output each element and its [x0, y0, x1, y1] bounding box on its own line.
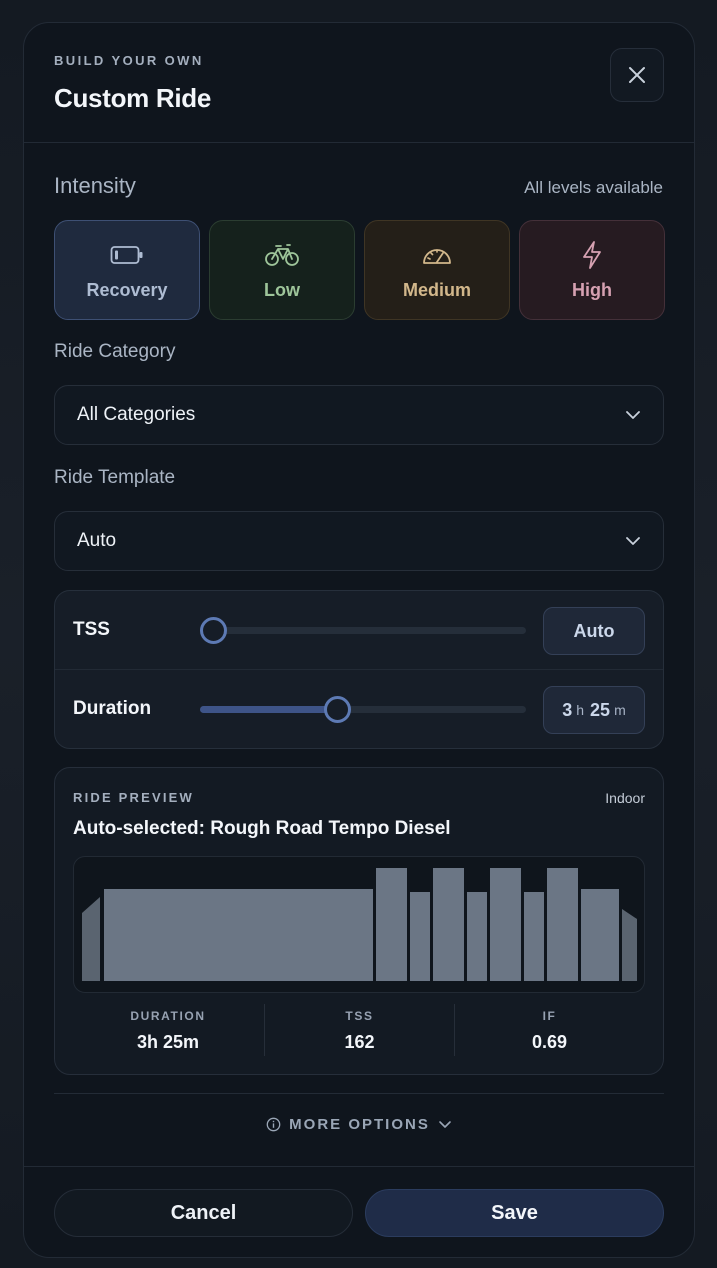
- more-options-label: MORE OPTIONS: [289, 1115, 430, 1133]
- stat-value: 0.69: [531, 1032, 568, 1052]
- intensity-option-high[interactable]: High: [519, 220, 665, 320]
- duration-slider-thumb[interactable]: [324, 696, 351, 723]
- duration-value-field[interactable]: 3 h 25 m: [543, 686, 645, 734]
- stat-value: 162: [344, 1032, 375, 1052]
- stat-value: 3h 25m: [136, 1032, 200, 1052]
- info-icon: [266, 1117, 281, 1131]
- ride-template-select[interactable]: Auto: [54, 511, 664, 571]
- lightning-icon: [580, 240, 604, 270]
- ride-category-value: All Categories: [77, 404, 196, 425]
- stat-tss: TSS 162: [264, 1004, 454, 1056]
- profile-block: [547, 868, 578, 981]
- ride-preview-card: RIDE PREVIEW Indoor Auto-selected: Rough…: [54, 767, 664, 1075]
- duration-hours: 3: [562, 699, 573, 720]
- modal-title: Custom Ride: [54, 83, 212, 113]
- profile-block: [104, 889, 373, 981]
- modal-header: BUILD YOUR OWN Custom Ride: [24, 23, 694, 143]
- tss-auto-button[interactable]: Auto: [543, 607, 645, 655]
- intensity-options: Recovery Low Medium High: [54, 220, 665, 320]
- profile-block: [524, 892, 544, 981]
- workout-profile-chart: [73, 856, 645, 993]
- profile-block: [410, 892, 430, 981]
- duration-slider-row: Duration 3 h 25 m: [55, 670, 663, 749]
- preview-stats: DURATION 3h 25m TSS 162 IF 0.69: [73, 1004, 645, 1056]
- save-button[interactable]: Save: [365, 1189, 664, 1237]
- duration-hours-unit: h: [576, 702, 585, 718]
- preview-eyebrow: RIDE PREVIEW: [73, 790, 195, 805]
- close-button[interactable]: [610, 48, 664, 102]
- ride-template-label: Ride Template: [54, 467, 176, 488]
- bicycle-icon: [264, 240, 300, 270]
- header-eyebrow: BUILD YOUR OWN: [54, 53, 204, 68]
- chevron-down-icon: [626, 411, 640, 419]
- chevron-down-icon: [439, 1121, 451, 1128]
- profile-ramp-down: [622, 909, 637, 981]
- profile-block: [467, 892, 487, 981]
- ride-sliders-panel: TSS Auto Duration 3 h 25 m: [54, 590, 664, 749]
- section-divider: [54, 1093, 664, 1094]
- duration-slider-fill: [200, 706, 337, 713]
- intensity-availability: All levels available: [524, 178, 663, 197]
- battery-icon: [110, 240, 144, 270]
- duration-label: Duration: [73, 698, 152, 719]
- intensity-option-label: Recovery: [86, 279, 168, 300]
- modal-footer: Cancel Save: [24, 1166, 694, 1257]
- profile-block: [376, 868, 407, 981]
- stat-duration: DURATION 3h 25m: [73, 1004, 263, 1056]
- preview-location-tag: Indoor: [605, 790, 645, 806]
- ride-category-label: Ride Category: [54, 341, 176, 362]
- intensity-option-medium[interactable]: Medium: [364, 220, 510, 320]
- cancel-button[interactable]: Cancel: [54, 1189, 353, 1237]
- duration-slider-track[interactable]: [200, 696, 526, 723]
- profile-block: [433, 868, 464, 981]
- tss-slider-track[interactable]: [200, 617, 526, 644]
- duration-minutes: 25: [590, 699, 611, 720]
- intensity-option-recovery[interactable]: Recovery: [54, 220, 200, 320]
- tss-slider-row: TSS Auto: [55, 591, 663, 670]
- profile-ramp-up: [82, 897, 100, 981]
- stat-label: IF: [542, 1009, 557, 1023]
- stat-if: IF 0.69: [454, 1004, 644, 1056]
- intensity-option-low[interactable]: Low: [209, 220, 355, 320]
- intensity-option-label: High: [572, 279, 612, 300]
- intensity-option-label: Low: [264, 279, 300, 300]
- preview-title: Auto-selected: Rough Road Tempo Diesel: [73, 818, 451, 839]
- intensity-label: Intensity: [54, 173, 136, 198]
- intensity-option-label: Medium: [402, 279, 471, 300]
- gauge-icon: [421, 240, 453, 270]
- custom-ride-modal: BUILD YOUR OWN Custom Ride Intensity All…: [23, 22, 695, 1258]
- duration-minutes-unit: m: [614, 702, 626, 718]
- tss-slider-thumb[interactable]: [200, 617, 227, 644]
- tss-value: Auto: [573, 620, 615, 641]
- stat-label: DURATION: [130, 1009, 206, 1023]
- more-options-toggle[interactable]: MORE OPTIONS: [24, 1113, 694, 1135]
- tss-label: TSS: [73, 619, 110, 640]
- profile-block: [581, 889, 619, 981]
- profile-block: [490, 868, 521, 981]
- workout-profile-graphic: [82, 868, 637, 981]
- chevron-down-icon: [626, 537, 640, 545]
- close-icon: [629, 67, 645, 83]
- ride-category-select[interactable]: All Categories: [54, 385, 664, 445]
- stat-label: TSS: [345, 1009, 374, 1023]
- ride-template-value: Auto: [77, 530, 117, 551]
